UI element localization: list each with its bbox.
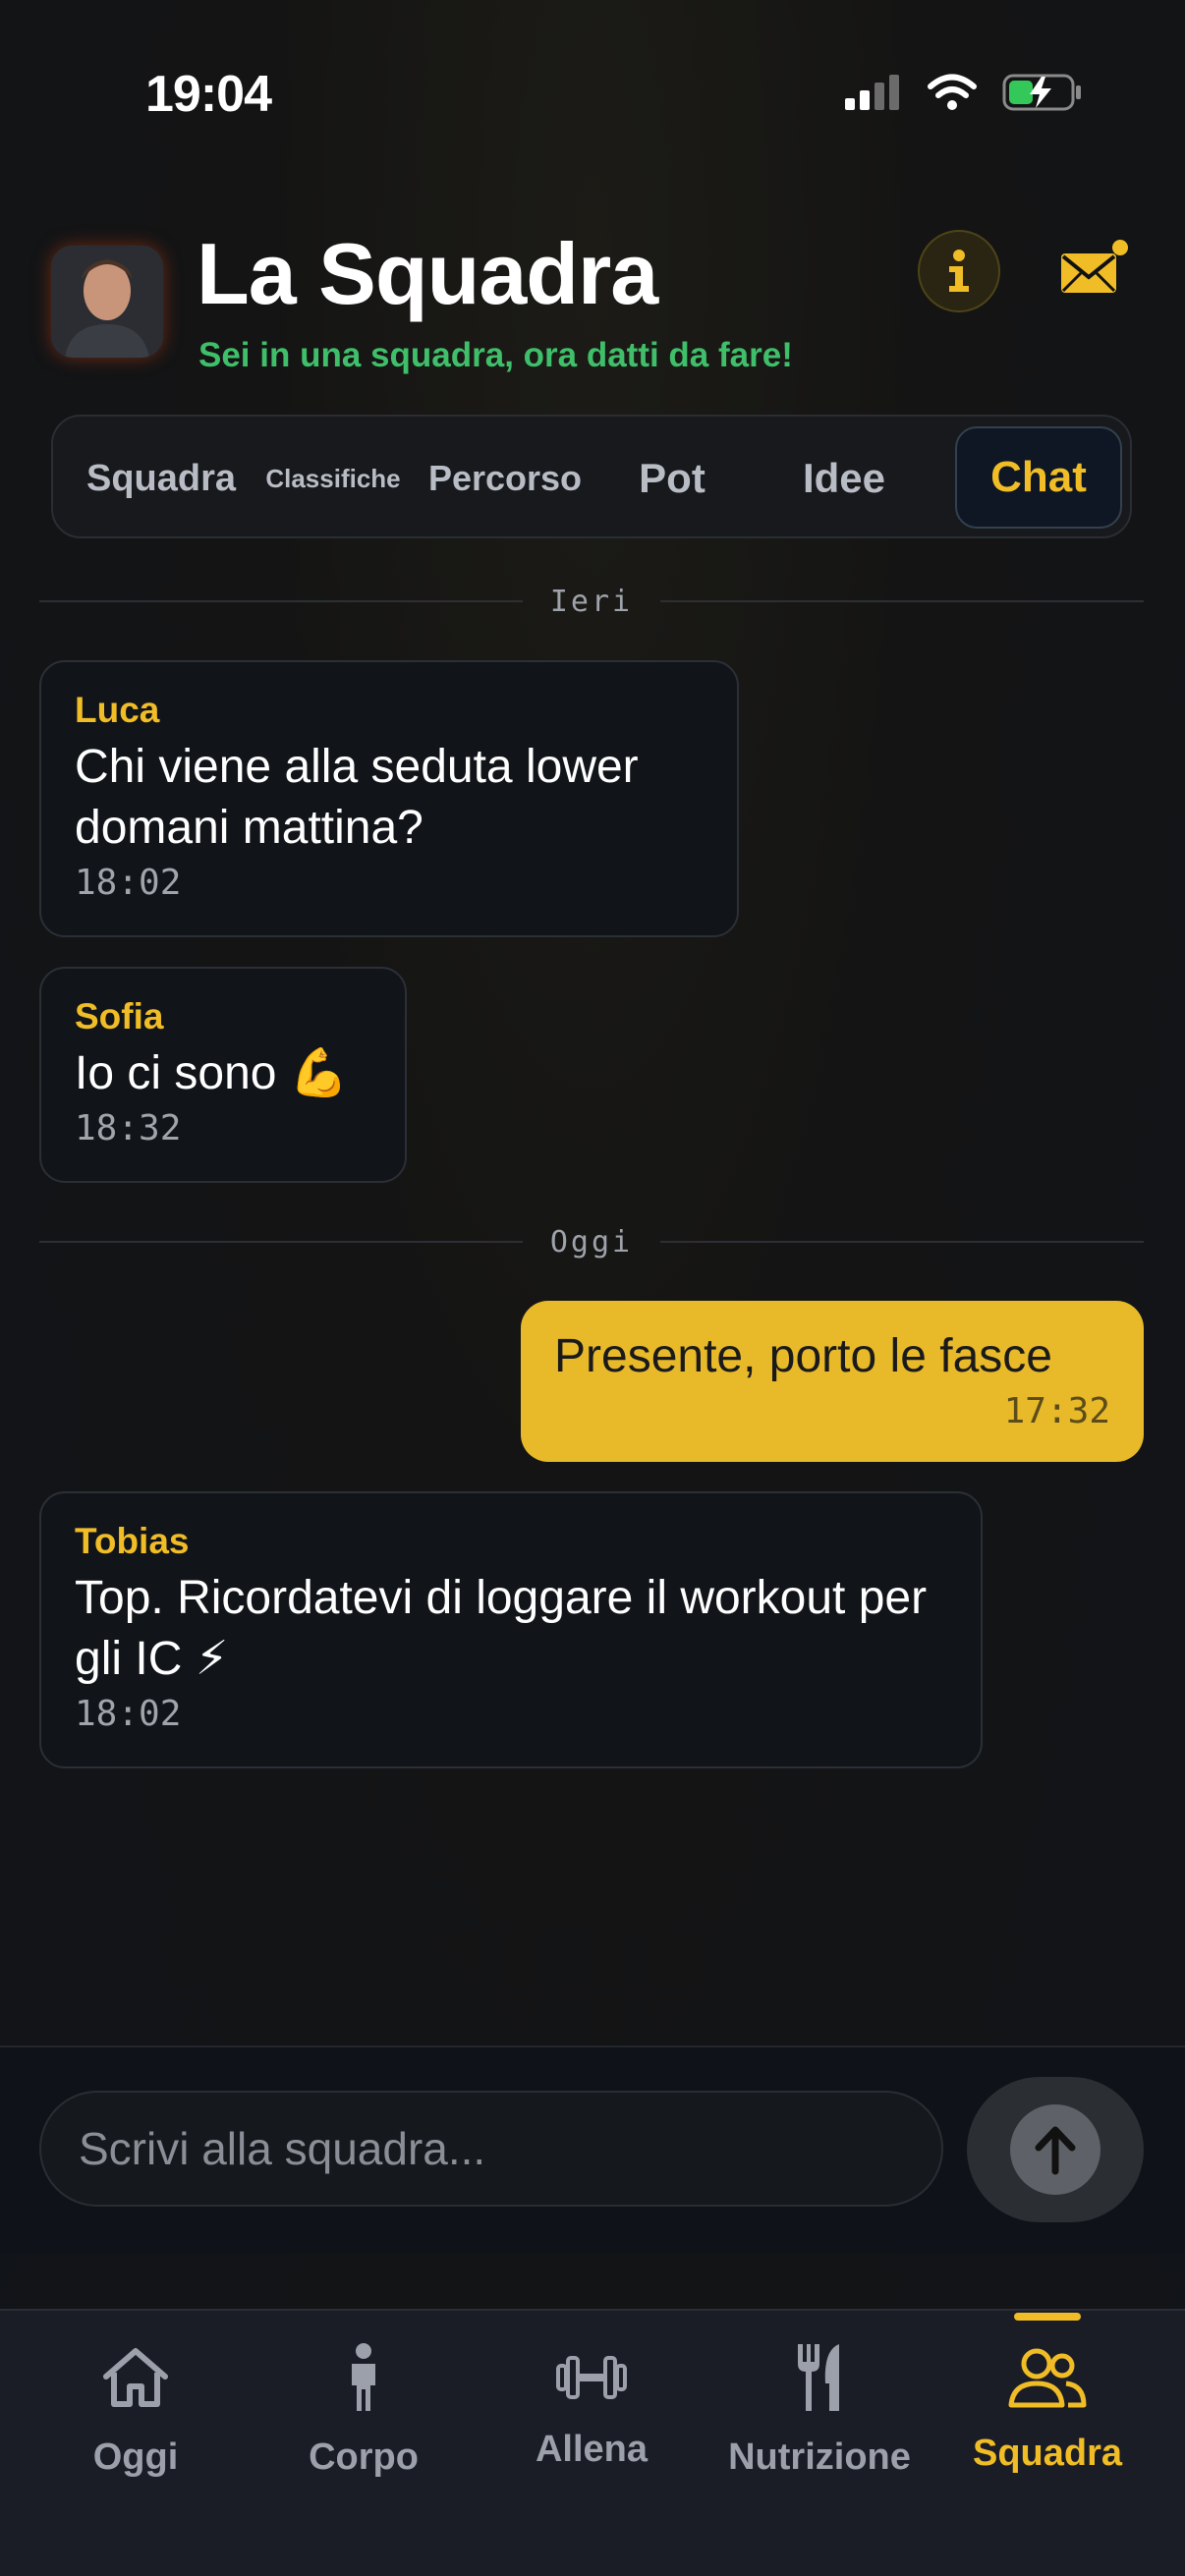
message-time: 18:02 xyxy=(75,1694,182,1734)
fork-knife-icon xyxy=(798,2344,839,2411)
wifi-icon xyxy=(928,74,977,110)
tab-pot[interactable]: Pot xyxy=(603,417,741,540)
nav-label: Oggi xyxy=(92,2436,179,2478)
status-icons xyxy=(845,73,1083,112)
own-chat-message: Presente, porto le fasce 17:32 xyxy=(521,1301,1144,1462)
nav-item-nutrizione[interactable]: Nutrizione xyxy=(711,2338,928,2479)
home-icon xyxy=(103,2348,168,2407)
arrow-up-icon xyxy=(1035,2126,1076,2175)
send-button[interactable] xyxy=(967,2077,1144,2222)
tab-classifiche[interactable]: Classifiche xyxy=(240,417,426,540)
chat-message: Luca Chi viene alla seduta lower domani … xyxy=(39,660,739,937)
dumbbell-icon xyxy=(556,2356,627,2399)
message-time: 18:02 xyxy=(75,863,182,903)
team-icon xyxy=(1008,2348,1087,2408)
message-text: Chi viene alla seduta lower domani matti… xyxy=(75,741,639,854)
mail-icon xyxy=(1061,240,1128,293)
tab-squadra[interactable]: Squadra xyxy=(63,417,259,540)
day-divider: Ieri xyxy=(39,582,1144,621)
page-subtitle: Sei in una squadra, ora datti da fare! xyxy=(198,336,793,374)
chat-message: Tobias Top. Ricordatevi di loggare il wo… xyxy=(39,1491,983,1768)
message-time: 18:32 xyxy=(75,1108,182,1148)
tab-idee[interactable]: Idee xyxy=(775,417,913,540)
tab-bar: Squadra Classifiche Percorso Pot Idee Ch… xyxy=(51,415,1132,538)
nav-label: Corpo xyxy=(309,2436,419,2478)
nav-item-corpo[interactable]: Corpo xyxy=(255,2338,472,2479)
chat-message: Sofia Io ci sono 💪 18:32 xyxy=(39,967,407,1183)
tab-percorso[interactable]: Percorso xyxy=(417,417,593,540)
nav-item-squadra[interactable]: Squadra xyxy=(939,2338,1156,2475)
message-text: Io ci sono 💪 xyxy=(75,1047,349,1099)
nav-label: Allena xyxy=(535,2429,649,2470)
nav-label: Squadra xyxy=(972,2433,1123,2474)
battery-charging-icon xyxy=(1002,74,1081,111)
nav-label: Nutrizione xyxy=(728,2436,911,2478)
nav-active-indicator xyxy=(1014,2313,1081,2321)
nav-item-allena[interactable]: Allena xyxy=(483,2338,700,2471)
message-text: Top. Ricordatevi di loggare il workout p… xyxy=(75,1572,928,1685)
info-icon xyxy=(949,250,969,292)
signal-icon xyxy=(845,75,899,110)
message-input[interactable]: Scrivi alla squadra... xyxy=(39,2091,943,2207)
day-divider: Oggi xyxy=(39,1222,1144,1261)
message-author: Luca xyxy=(75,690,160,730)
status-time: 19:04 xyxy=(145,66,272,123)
info-button[interactable] xyxy=(918,230,1000,312)
person-icon xyxy=(352,2343,375,2411)
nav-item-oggi[interactable]: Oggi xyxy=(28,2338,244,2479)
avatar[interactable] xyxy=(51,246,163,358)
message-text: Presente, porto le fasce xyxy=(554,1330,1052,1382)
tab-chat[interactable]: Chat xyxy=(955,426,1122,529)
page-title: La Squadra xyxy=(197,225,658,322)
message-author: Sofia xyxy=(75,996,164,1036)
mail-button[interactable] xyxy=(1057,240,1128,299)
message-time: 17:32 xyxy=(1003,1391,1110,1431)
message-author: Tobias xyxy=(75,1521,190,1561)
